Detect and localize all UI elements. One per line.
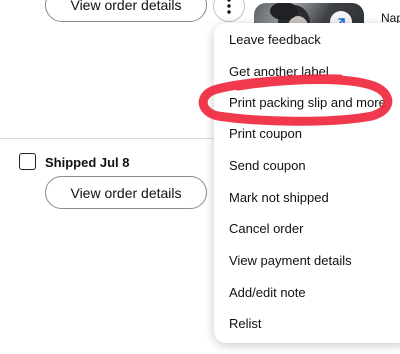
order-actions-menu: Leave feedback Get another label Print p…	[214, 23, 400, 343]
menu-item-view-payment-details[interactable]: View payment details	[229, 250, 352, 272]
view-order-details-button[interactable]: View order details	[45, 176, 207, 209]
menu-item-get-another-label[interactable]: Get another label	[229, 61, 329, 83]
menu-item-send-coupon[interactable]: Send coupon	[229, 155, 306, 177]
shipped-status-label: Shipped Jul 8	[45, 155, 130, 170]
view-order-details-button[interactable]: View order details	[45, 0, 207, 22]
view-order-details-label: View order details	[70, 0, 182, 13]
menu-item-relist[interactable]: Relist	[229, 313, 262, 335]
order-divider	[0, 138, 215, 139]
vertical-ellipsis-icon	[227, 0, 231, 14]
menu-item-print-packing-slip[interactable]: Print packing slip and more	[229, 92, 386, 114]
menu-item-print-coupon[interactable]: Print coupon	[229, 123, 302, 145]
menu-item-cancel-order[interactable]: Cancel order	[229, 218, 303, 240]
menu-item-mark-not-shipped[interactable]: Mark not shipped	[229, 187, 329, 209]
more-options-button[interactable]	[213, 0, 245, 22]
order-select-checkbox[interactable]	[19, 153, 36, 170]
view-order-details-label: View order details	[70, 184, 182, 201]
menu-item-add-edit-note[interactable]: Add/edit note	[229, 282, 306, 304]
menu-item-leave-feedback[interactable]: Leave feedback	[229, 29, 321, 51]
